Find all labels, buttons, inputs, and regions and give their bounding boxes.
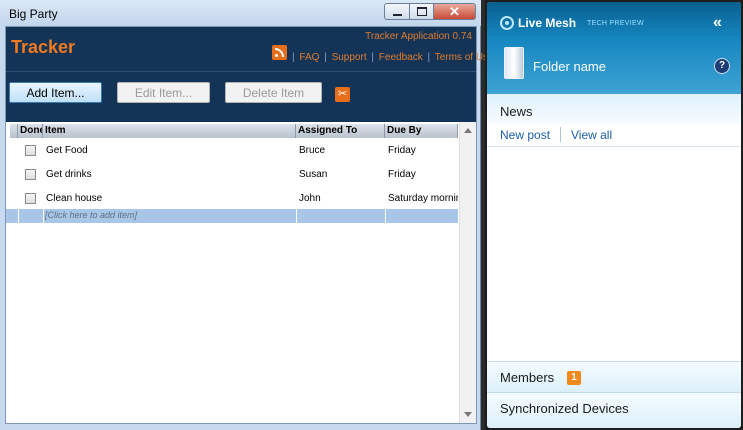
app-title: Tracker	[11, 37, 76, 57]
maximize-button[interactable]	[409, 3, 434, 20]
close-icon: ✕	[449, 3, 460, 19]
members-section[interactable]: Members 1	[487, 361, 741, 392]
edit-item-button[interactable]: Edit Item...	[117, 82, 210, 103]
synchronized-devices-section[interactable]: Synchronized Devices	[487, 392, 741, 428]
done-checkbox[interactable]	[25, 169, 36, 180]
scroll-down-icon[interactable]	[464, 412, 472, 417]
items-grid: Done Item Assigned To Due By Get Food Br…	[6, 122, 476, 423]
header-links: | FAQ | Support | Feedback | Terms of Us…	[292, 52, 494, 63]
item-cell: Get Food	[46, 145, 88, 156]
synchronized-devices-label: Synchronized Devices	[500, 401, 629, 416]
news-separator	[487, 146, 741, 147]
app-version: Tracker Application 0.74	[365, 31, 472, 42]
new-item-row[interactable]: [Click here to add item]	[6, 209, 458, 223]
tracker-window: Big Party ✕ Tracker Tracker Application …	[0, 0, 494, 430]
delete-item-button[interactable]: Delete Item	[225, 82, 322, 103]
members-label: Members	[500, 370, 555, 385]
title-bar[interactable]: Big Party ✕	[0, 0, 481, 26]
mesh-header: Live Mesh TECH PREVIEW « Folder name ?	[487, 2, 741, 94]
help-icon[interactable]: ?	[714, 58, 730, 74]
view-all-link[interactable]: View all	[571, 128, 612, 142]
rss-icon[interactable]	[272, 45, 287, 60]
faq-link[interactable]: FAQ	[299, 52, 319, 63]
row-selector[interactable]	[10, 163, 18, 187]
minimize-button[interactable]	[384, 3, 410, 20]
column-header-assigned[interactable]: Assigned To	[296, 124, 385, 138]
item-cell: Clean house	[46, 193, 103, 204]
done-checkbox[interactable]	[25, 193, 36, 204]
add-item-button[interactable]: Add Item...	[9, 82, 102, 103]
table-row[interactable]: Get Food Bruce Friday	[6, 139, 458, 163]
row-selector[interactable]	[10, 139, 18, 163]
close-button[interactable]: ✕	[433, 3, 476, 20]
tracker-app: Tracker Tracker Application 0.74 | FAQ |…	[5, 26, 494, 424]
due-cell: Friday	[388, 169, 416, 180]
news-divider	[560, 127, 561, 142]
feedback-link[interactable]: Feedback	[379, 52, 423, 63]
assigned-cell: Susan	[299, 169, 328, 180]
support-link[interactable]: Support	[332, 52, 367, 63]
header-divider	[6, 71, 476, 72]
assigned-cell: Bruce	[299, 145, 326, 156]
folder-icon	[504, 47, 524, 79]
window-title: Big Party	[9, 7, 58, 21]
due-cell: Saturday mornin	[388, 193, 458, 204]
column-header-due[interactable]: Due By	[385, 124, 458, 138]
tech-preview-label: TECH PREVIEW	[587, 20, 644, 27]
minimize-icon	[392, 13, 402, 16]
collapse-icon[interactable]: «	[713, 14, 722, 32]
folder-name: Folder name	[533, 59, 606, 74]
tools-icon[interactable]: ✂	[335, 87, 350, 102]
grid-header: Done Item Assigned To Due By	[6, 124, 458, 138]
table-row[interactable]: Clean house John Saturday mornin	[6, 187, 458, 211]
news-title: News	[500, 104, 533, 119]
vertical-scrollbar[interactable]	[459, 122, 476, 423]
item-cell: Get drinks	[46, 169, 92, 180]
assigned-cell: John	[299, 193, 321, 204]
due-cell: Friday	[388, 145, 416, 156]
mesh-brand: Live Mesh	[518, 16, 577, 30]
new-item-placeholder[interactable]: [Click here to add item]	[45, 210, 137, 220]
done-checkbox[interactable]	[25, 145, 36, 156]
row-selector[interactable]	[10, 187, 18, 211]
live-mesh-logo-icon	[500, 16, 514, 30]
column-header-item[interactable]: Item	[43, 124, 296, 138]
members-count-badge: 1	[567, 371, 581, 385]
column-header-done[interactable]: Done	[18, 124, 43, 138]
row-selector-header	[10, 124, 18, 138]
maximize-icon	[416, 7, 427, 16]
live-mesh-panel: Live Mesh TECH PREVIEW « Folder name ? N…	[485, 0, 743, 430]
live-mesh-bar: Live Mesh TECH PREVIEW « Folder name ? N…	[487, 2, 741, 428]
scroll-up-icon[interactable]	[464, 128, 472, 133]
app-header: Tracker Tracker Application 0.74 | FAQ |…	[6, 27, 494, 122]
new-post-link[interactable]: New post	[500, 128, 550, 142]
table-row[interactable]: Get drinks Susan Friday	[6, 163, 458, 187]
